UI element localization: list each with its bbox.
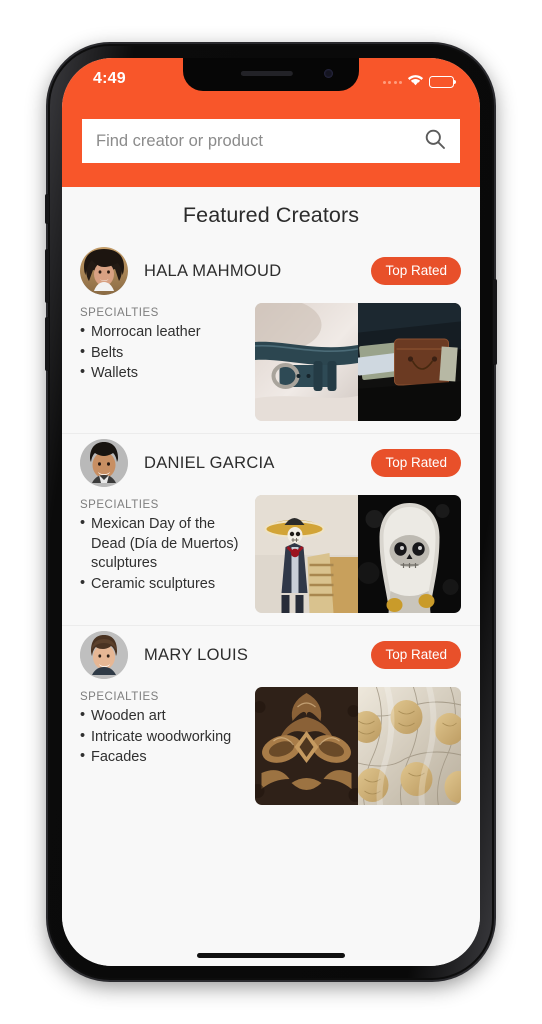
list-item: Facades (80, 747, 248, 768)
battery-full-icon (429, 76, 457, 88)
avatar[interactable] (80, 631, 128, 679)
creator-body: SPECIALTIES Mexican Day of the Dead (Día… (62, 491, 480, 613)
avatar[interactable] (80, 247, 128, 295)
creator-card-daniel-garcia[interactable]: DANIEL GARCIA Top Rated SPECIALTIES Mexi… (62, 434, 480, 626)
list-item: Wooden art (80, 706, 248, 727)
product-gallery[interactable] (255, 303, 461, 421)
status-badge[interactable]: Top Rated (371, 641, 461, 669)
hooded-skull-photo[interactable] (358, 495, 461, 613)
creator-name: DANIEL GARCIA (144, 453, 275, 472)
creator-name: HALA MAHMOUD (144, 261, 282, 280)
avatar[interactable] (80, 439, 128, 487)
list-item: Belts (80, 343, 248, 364)
home-indicator[interactable] (197, 953, 345, 958)
front-camera-icon (324, 69, 333, 78)
status-badge[interactable]: Top Rated (371, 449, 461, 477)
leather-wallet-photo[interactable] (358, 303, 461, 421)
status-bar-indicators (382, 73, 457, 91)
specialties-column: SPECIALTIES Wooden art Intricate woodwor… (80, 687, 248, 805)
specialties-list: Mexican Day of the Dead (Día de Muertos)… (80, 514, 248, 595)
specialties-label: SPECIALTIES (80, 691, 159, 703)
signal-dots-icon (382, 80, 402, 84)
creator-header: HALA MAHMOUD Top Rated (62, 242, 480, 299)
creator-card-hala-mahmoud[interactable]: HALA MAHMOUD Top Rated SPECIALTIES Morro… (62, 242, 480, 434)
list-item: Intricate woodworking (80, 727, 248, 748)
mute-switch[interactable] (45, 194, 49, 224)
status-badge[interactable]: Top Rated (371, 257, 461, 285)
creator-header: DANIEL GARCIA Top Rated (62, 434, 480, 491)
volume-down-button[interactable] (45, 317, 49, 371)
specialties-label: SPECIALTIES (80, 499, 159, 511)
specialties-list: Wooden art Intricate woodworking Facades (80, 706, 248, 768)
leather-belt-photo[interactable] (255, 303, 358, 421)
search-icon[interactable] (424, 128, 446, 155)
creator-header: MARY LOUIS Top Rated (62, 626, 480, 683)
list-item: Wallets (80, 363, 248, 384)
page-title: Featured Creators (182, 203, 360, 227)
specialties-list: Morrocan leather Belts Wallets (80, 322, 248, 384)
power-button[interactable] (493, 279, 497, 365)
list-item: Mexican Day of the Dead (Día de Muertos)… (80, 514, 248, 574)
search-input[interactable] (96, 131, 424, 151)
mariachi-skeleton-photo[interactable] (255, 495, 358, 613)
app-header: 4:49 (62, 58, 480, 187)
phone-frame: 4:49 Find creator or product Featured Cr… (45, 44, 497, 980)
creator-card-mary-louis[interactable]: MARY LOUIS Top Rated SPECIALTIES Wooden … (62, 626, 480, 817)
creator-body: SPECIALTIES Wooden art Intricate woodwor… (62, 683, 480, 805)
wood-facade-photo[interactable] (358, 687, 461, 805)
creators-list[interactable]: Featured Creators HALA MAHMOUD Top Rated… (62, 187, 480, 966)
search-bar[interactable] (82, 119, 460, 163)
status-bar-time: 4:49 (93, 70, 126, 87)
wifi-icon (407, 73, 424, 91)
specialties-column: SPECIALTIES Morrocan leather Belts Walle… (80, 303, 248, 421)
specialties-column: SPECIALTIES Mexican Day of the Dead (Día… (80, 495, 248, 613)
volume-up-button[interactable] (45, 249, 49, 303)
list-item: Morrocan leather (80, 322, 248, 343)
phone-screen: 4:49 Find creator or product Featured Cr… (62, 58, 480, 966)
list-item: Ceramic sculptures (80, 574, 248, 595)
earpiece-speaker (240, 71, 293, 76)
specialties-label: SPECIALTIES (80, 307, 159, 319)
product-gallery[interactable] (255, 495, 461, 613)
notch (183, 58, 359, 91)
carved-wood-panel-photo[interactable] (255, 687, 358, 805)
product-gallery[interactable] (255, 687, 461, 805)
creator-name: MARY LOUIS (144, 645, 249, 664)
creator-body: SPECIALTIES Morrocan leather Belts Walle… (62, 299, 480, 421)
